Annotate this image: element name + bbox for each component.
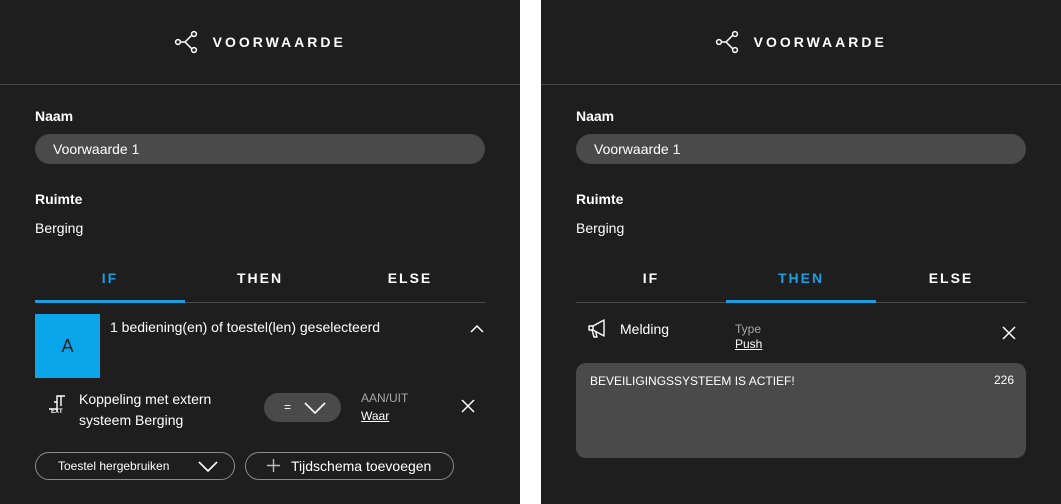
device-name: Koppeling met extern systeem Berging <box>79 389 211 431</box>
type-label: Type <box>735 322 762 336</box>
chevron-down-icon <box>198 461 218 472</box>
type-value-link[interactable]: Push <box>735 337 762 351</box>
tab-then[interactable]: THEN <box>726 264 876 302</box>
tab-else[interactable]: ELSE <box>335 264 485 302</box>
device-name-line1: Koppeling met extern <box>79 391 212 407</box>
naam-label: Naam <box>35 108 74 124</box>
panel-header: VOORWAARDE <box>0 0 520 85</box>
reuse-device-button[interactable]: Toestel hergebruiken <box>35 452 235 480</box>
condition-panel-if: VOORWAARDE Naam Voorwaarde 1 Ruimte Berg… <box>0 0 520 504</box>
char-counter: 226 <box>993 373 1014 387</box>
panel-title: VOORWAARDE <box>212 34 346 50</box>
branch-icon <box>175 30 198 54</box>
condition-tabs: IF THEN ELSE <box>576 264 1026 303</box>
tab-if[interactable]: IF <box>35 264 185 302</box>
selection-text: 1 bediening(en) of toestel(len) geselect… <box>110 319 381 335</box>
device-name-line2: systeem Berging <box>79 412 184 428</box>
panel-title: VOORWAARDE <box>753 34 887 50</box>
message-text: BEVEILIGINGSSYSTEEM IS ACTIEF! <box>590 374 795 388</box>
state-value-link[interactable]: Waar <box>361 409 389 423</box>
tab-else[interactable]: ELSE <box>876 264 1026 302</box>
naam-input[interactable]: Voorwaarde 1 <box>576 134 1026 164</box>
plus-icon <box>267 459 280 472</box>
megaphone-icon <box>588 319 605 338</box>
branch-icon <box>716 30 739 54</box>
tab-if[interactable]: IF <box>576 264 726 302</box>
external-device-icon-label: EXT <box>51 409 63 415</box>
state-label: AAN/UIT <box>361 391 409 405</box>
ruimte-label: Ruimte <box>576 191 624 207</box>
reuse-device-label: Toestel hergebruiken <box>58 459 170 473</box>
add-schedule-button[interactable]: Tijdschema toevoegen <box>245 452 454 480</box>
panel-header: VOORWAARDE <box>541 0 1061 85</box>
selection-avatar: A <box>35 314 100 378</box>
ruimte-value: Berging <box>576 220 625 236</box>
active-tab-indicator <box>35 300 185 303</box>
operator-select[interactable]: = <box>264 393 341 422</box>
active-tab-indicator <box>726 300 876 303</box>
naam-label: Naam <box>576 108 615 124</box>
message-textarea[interactable]: BEVEILIGINGSSYSTEEM IS ACTIEF! 226 <box>576 363 1026 458</box>
ruimte-label: Ruimte <box>35 191 83 207</box>
close-icon[interactable] <box>1002 326 1016 340</box>
naam-input[interactable]: Voorwaarde 1 <box>35 134 485 164</box>
add-schedule-label: Tijdschema toevoegen <box>291 458 432 474</box>
close-icon[interactable] <box>461 399 475 413</box>
ruimte-value: Berging <box>35 220 84 236</box>
tab-then[interactable]: THEN <box>185 264 335 302</box>
external-device-icon: EXT <box>45 393 69 419</box>
operator-value: = <box>284 400 292 414</box>
notification-label: Melding <box>620 321 670 337</box>
condition-tabs: IF THEN ELSE <box>35 264 485 303</box>
chevron-down-icon <box>304 402 326 414</box>
chevron-up-icon[interactable] <box>470 324 484 334</box>
